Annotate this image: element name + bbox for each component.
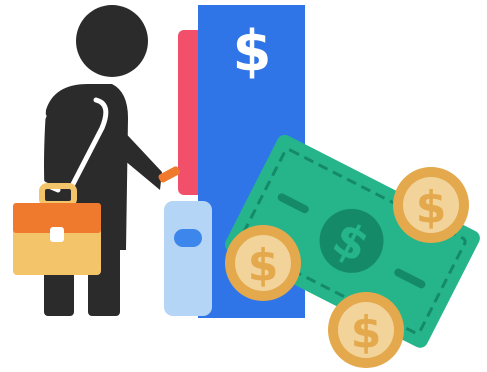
coin-left-dollar: $: [248, 240, 279, 291]
coin-icon: $: [328, 292, 404, 368]
coin-icon: $: [393, 167, 469, 243]
coin-bottom-dollar: $: [351, 307, 382, 358]
person-head: [76, 5, 148, 77]
coin-icon: $: [225, 225, 301, 301]
atm-dispenser: [164, 201, 212, 316]
briefcase-clasp: [50, 227, 64, 242]
atm-dispenser-slot: [174, 229, 202, 247]
coin-top-right-dollar: $: [416, 182, 447, 233]
money-illustration: $ $ $ $ $: [13, 5, 480, 368]
person-hand-tip: [158, 166, 181, 183]
atm-dollar-sign: $: [233, 19, 272, 84]
